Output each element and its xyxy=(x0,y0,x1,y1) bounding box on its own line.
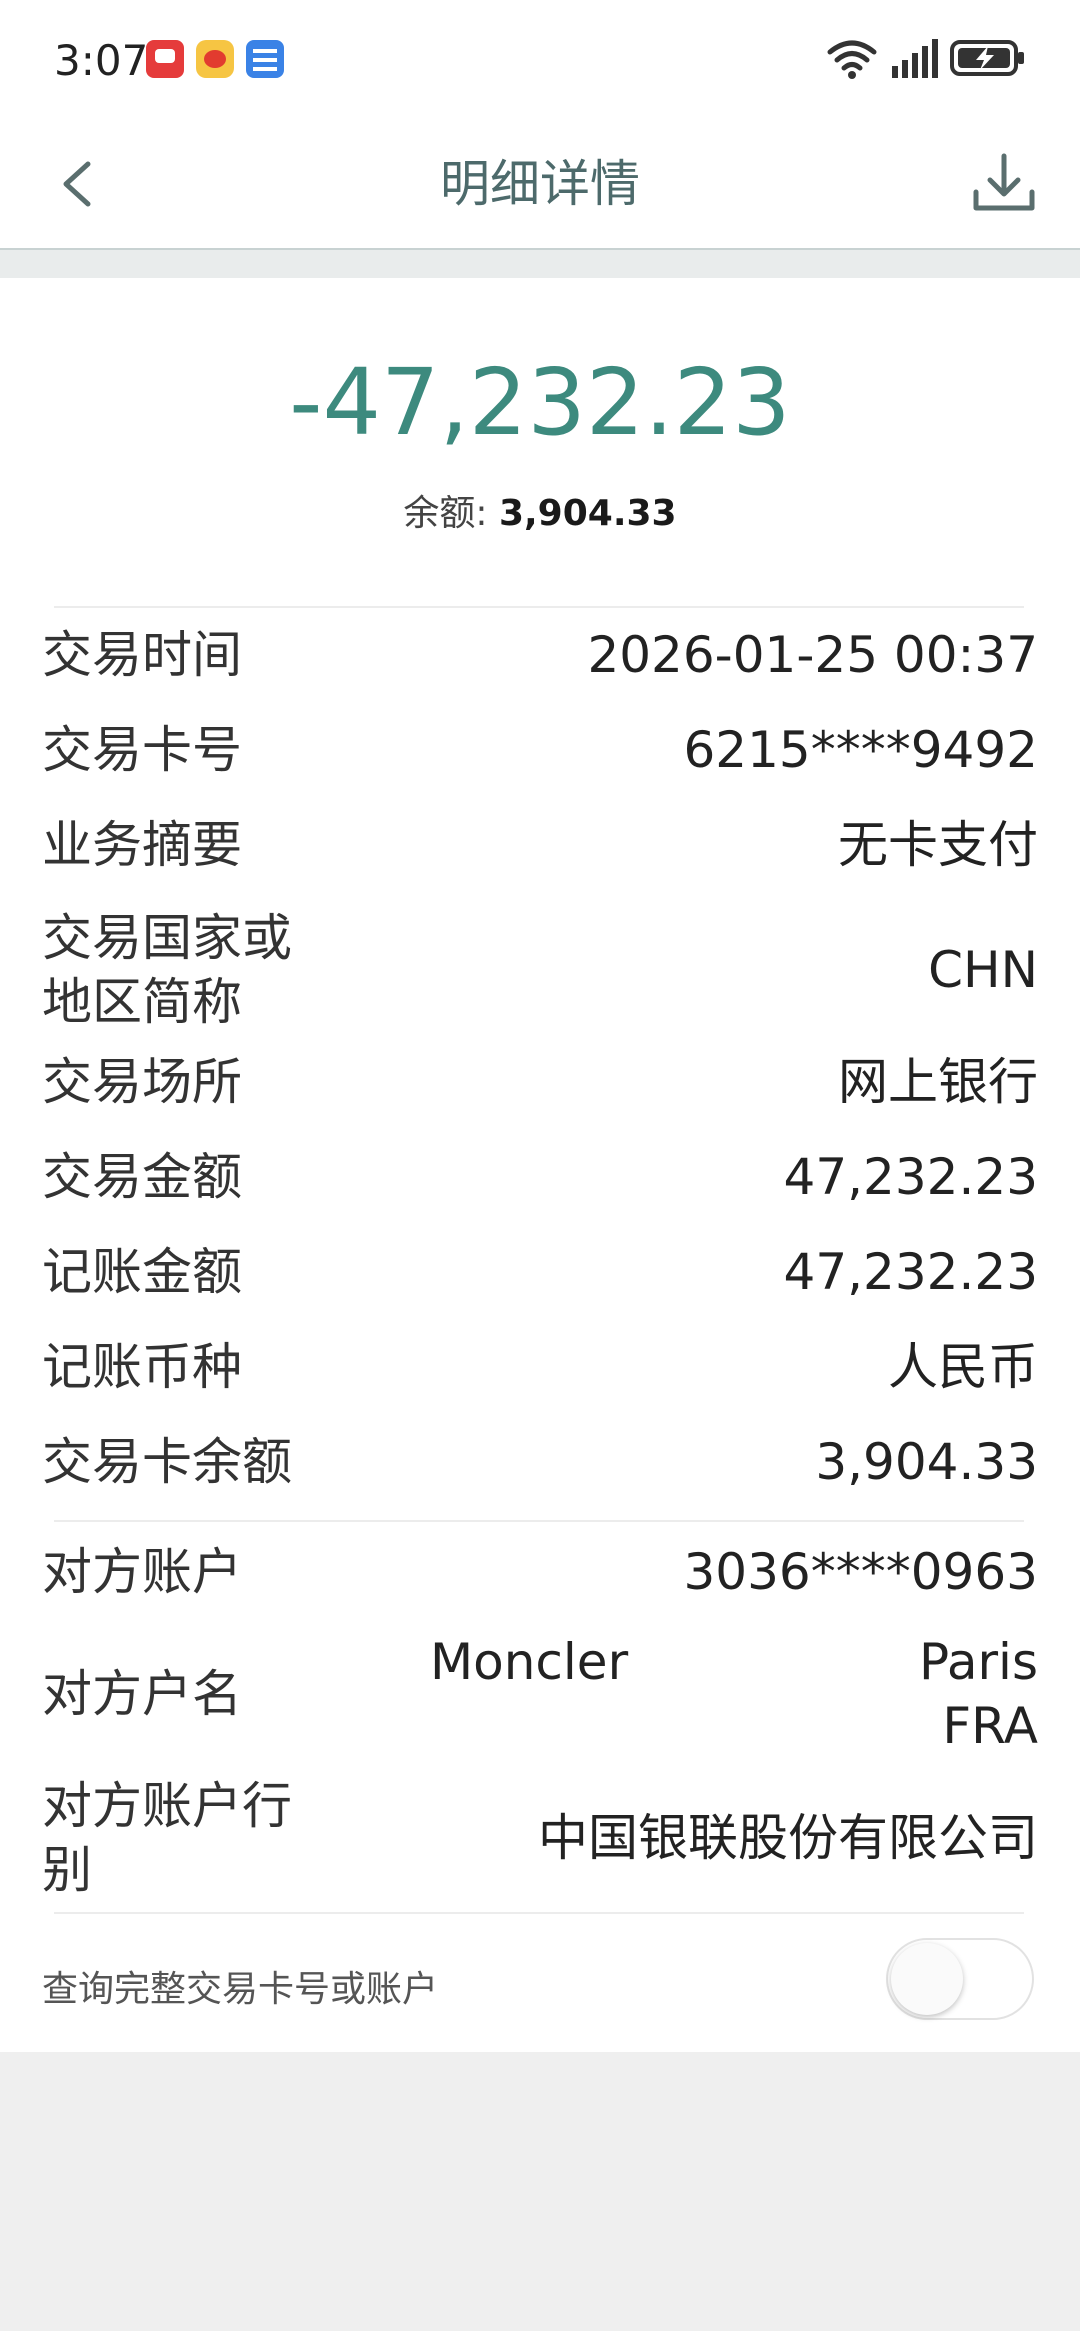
detail-label: 交易卡余额 xyxy=(42,1433,292,1491)
toggle-label: 查询完整交易卡号或账户 xyxy=(42,1969,439,2010)
balance-label: 余额: xyxy=(403,493,499,534)
detail-label: 业务摘要 xyxy=(42,816,242,874)
chevron-left-icon xyxy=(63,161,91,207)
battery-charging-icon xyxy=(950,40,1024,76)
page-title: 明细详情 xyxy=(440,155,640,213)
detail-value: 人民币 xyxy=(888,1338,1038,1396)
counterparty-name-part: FRA xyxy=(942,1697,1038,1755)
counterparty-bank-value: 中国银联股份有限公司 xyxy=(538,1809,1038,1867)
detail-label: 交易国家或 地区简称 xyxy=(42,909,292,1031)
detail-label: 交易场所 xyxy=(42,1053,242,1111)
counterparty-name-label: 对方户名 xyxy=(42,1665,242,1723)
counterparty-name-part: Moncler xyxy=(430,1633,629,1691)
detail-value: 无卡支付 xyxy=(838,816,1038,874)
download-icon xyxy=(973,153,1035,211)
counterparty-name-part: Paris xyxy=(918,1633,1038,1691)
detail-value: 47,232.23 xyxy=(783,1243,1038,1301)
counterparty-account-label: 对方账户 xyxy=(42,1543,242,1601)
detail-value: CHN xyxy=(928,941,1038,999)
weibo-icon xyxy=(196,40,234,78)
detail-value: 2026-01-25 00:37 xyxy=(587,626,1038,684)
detail-label: 交易金额 xyxy=(42,1148,242,1206)
show-full-account-toggle[interactable] xyxy=(886,1938,1034,2020)
back-button[interactable] xyxy=(44,142,124,226)
balance-value: 3,904.33 xyxy=(498,493,677,534)
toggle-knob xyxy=(891,1943,963,2015)
balance-line: 余额: 3,904.33 xyxy=(0,484,1080,536)
detail-label: 记账币种 xyxy=(42,1338,242,1396)
status-time: 3:07 xyxy=(54,36,149,85)
app-header: 明细详情 xyxy=(0,120,1080,250)
counterparty-bank-row: 对方账户行 别 中国银联股份有限公司 xyxy=(42,1774,1038,1902)
detail-value: 6215****9492 xyxy=(683,721,1039,779)
transaction-detail-card: -47,232.23 余额: 3,904.33 交易时间 2026-01-25 … xyxy=(0,278,1080,2052)
wifi-icon xyxy=(827,40,877,79)
counterparty-bank-label: 对方账户行 别 xyxy=(42,1777,292,1899)
detail-label: 交易卡号 xyxy=(42,721,242,779)
transaction-amount: -47,232.23 xyxy=(289,349,791,456)
detail-row: 交易国家或 地区简称 CHN xyxy=(42,906,1038,1034)
divider xyxy=(54,606,1024,608)
counterparty-account-value: 3036****0963 xyxy=(683,1543,1039,1601)
counterparty-name-row: 对方户名 Moncler Paris FRA xyxy=(42,1630,1038,1758)
detail-label: 记账金额 xyxy=(42,1243,242,1301)
detail-label: 交易时间 xyxy=(42,626,242,684)
download-button[interactable] xyxy=(962,142,1046,226)
detail-value: 47,232.23 xyxy=(783,1148,1038,1206)
header-gap xyxy=(0,250,1080,278)
live-stream-app-icon xyxy=(246,40,284,78)
status-bar: 3:07 xyxy=(0,0,1080,120)
divider xyxy=(54,1520,1024,1522)
divider xyxy=(54,1912,1024,1914)
video-app-icon xyxy=(146,40,184,78)
detail-value: 网上银行 xyxy=(838,1053,1038,1111)
signal-icon xyxy=(892,39,938,78)
detail-value: 3,904.33 xyxy=(815,1433,1038,1491)
